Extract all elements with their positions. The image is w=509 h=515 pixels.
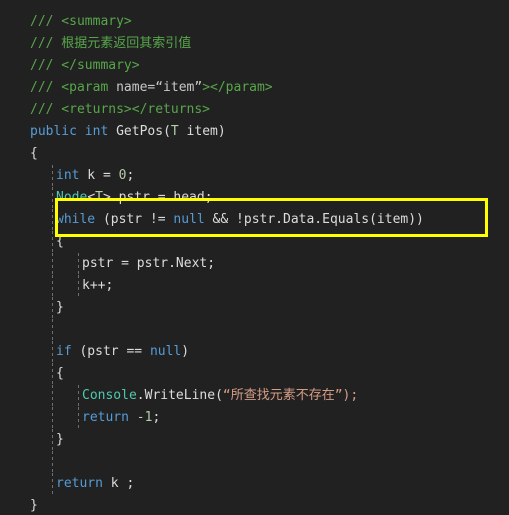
- code-token: k ;: [102, 476, 135, 491]
- code-token: /// <summary>: [30, 14, 132, 29]
- code-line[interactable]: }: [0, 297, 509, 319]
- code-token: if: [56, 344, 72, 359]
- code-line[interactable]: [0, 319, 509, 341]
- code-token: -1: [136, 410, 153, 425]
- code-lines-container[interactable]: /// <summary> /// 根据元素返回其索引值 /// </summary…: [0, 11, 509, 515]
- code-token: k =: [79, 168, 119, 183]
- indent-guide: [52, 231, 53, 253]
- indent-guide: [78, 385, 79, 407]
- code-line[interactable]: {: [0, 363, 509, 385]
- code-line[interactable]: Console.WriteLine(“所查找元素不存在”);: [0, 385, 509, 407]
- code-token: (pstr !=: [95, 212, 174, 227]
- code-line[interactable]: public int GetPos(T item): [0, 121, 509, 143]
- code-line[interactable]: return k ;: [0, 473, 509, 495]
- indent-guide: [78, 407, 79, 429]
- code-token: null: [173, 212, 205, 227]
- code-line[interactable]: }: [0, 429, 509, 451]
- indent-guide: [52, 429, 53, 451]
- code-token: “所查找元素不存在”);: [222, 388, 359, 403]
- indent-guide: [52, 319, 53, 341]
- code-token: /// </summary>: [30, 58, 140, 73]
- code-token: return: [82, 410, 129, 425]
- code-line[interactable]: if (pstr == null): [0, 341, 509, 363]
- code-token: name=“item”: [116, 80, 203, 95]
- code-line[interactable]: /// </summary>: [0, 55, 509, 77]
- code-token: T: [95, 190, 103, 205]
- code-token: ): [181, 344, 190, 359]
- code-token: }: [30, 498, 38, 513]
- indent-guide: [52, 187, 53, 209]
- code-token: {: [30, 146, 38, 161]
- indent-guide: [52, 385, 53, 407]
- code-token: int: [84, 124, 109, 139]
- code-token: .WriteLine(: [136, 388, 223, 403]
- code-editor-viewport[interactable]: /// <summary> /// 根据元素返回其索引值 /// </summary…: [0, 0, 509, 515]
- indent-guide: [52, 451, 53, 473]
- code-line[interactable]: /// <returns></returns>: [0, 99, 509, 121]
- code-line[interactable]: {: [0, 231, 509, 253]
- code-line[interactable]: {: [0, 143, 509, 165]
- code-line[interactable]: /// 根据元素返回其索引值: [0, 33, 509, 55]
- code-token: /// <param: [30, 80, 117, 95]
- code-token: null: [149, 344, 182, 359]
- code-token: }: [56, 300, 64, 315]
- code-token: ></param>: [202, 80, 273, 95]
- code-line[interactable]: return -1;: [0, 407, 509, 429]
- code-token: > pstr = head;: [102, 190, 213, 205]
- indent-guide: [52, 363, 53, 385]
- indent-guide: [52, 407, 53, 429]
- code-token: item): [178, 124, 226, 139]
- code-token: /// 根据元素返回其索引值: [30, 36, 192, 51]
- code-token: pstr = pstr.Next;: [82, 256, 216, 271]
- code-token: }: [56, 432, 64, 447]
- code-token: Node: [56, 190, 88, 205]
- code-token: {: [56, 234, 64, 249]
- indent-guide: [52, 165, 53, 187]
- code-token: k++;: [82, 278, 114, 293]
- code-token: {: [56, 366, 64, 381]
- indent-guide: [52, 253, 53, 275]
- indent-guide: [52, 275, 53, 297]
- indent-guide: [52, 209, 53, 231]
- code-line[interactable]: pstr = pstr.Next;: [0, 253, 509, 275]
- code-token: && !pstr.Data.Equals(item)): [204, 212, 424, 227]
- code-line[interactable]: }: [0, 495, 509, 515]
- code-token: while: [56, 212, 96, 227]
- code-line[interactable]: [0, 451, 509, 473]
- code-token: public: [30, 124, 77, 139]
- code-token: ;: [126, 168, 135, 183]
- code-line[interactable]: k++;: [0, 275, 509, 297]
- code-token: (pstr ==: [71, 344, 150, 359]
- code-token: ;: [152, 410, 161, 425]
- code-line[interactable]: Node<T> pstr = head;: [0, 187, 509, 209]
- code-line[interactable]: while (pstr != null && !pstr.Data.Equals…: [0, 209, 509, 231]
- indent-guide: [52, 341, 53, 363]
- indent-guide: [52, 297, 53, 319]
- indent-guide: [78, 253, 79, 275]
- code-token: int: [56, 168, 80, 183]
- code-token: <: [87, 190, 96, 205]
- indent-guide: [78, 275, 79, 297]
- code-token: /// <returns></returns>: [30, 102, 211, 117]
- code-line[interactable]: /// <summary>: [0, 11, 509, 33]
- code-line[interactable]: /// <param name=“item”></param>: [0, 77, 509, 99]
- code-token: return: [56, 476, 103, 491]
- code-token: Console: [82, 388, 137, 403]
- code-token: T: [170, 124, 179, 139]
- code-token: GetPos(: [108, 124, 171, 139]
- indent-guide: [52, 473, 53, 495]
- code-line[interactable]: int k = 0;: [0, 165, 509, 187]
